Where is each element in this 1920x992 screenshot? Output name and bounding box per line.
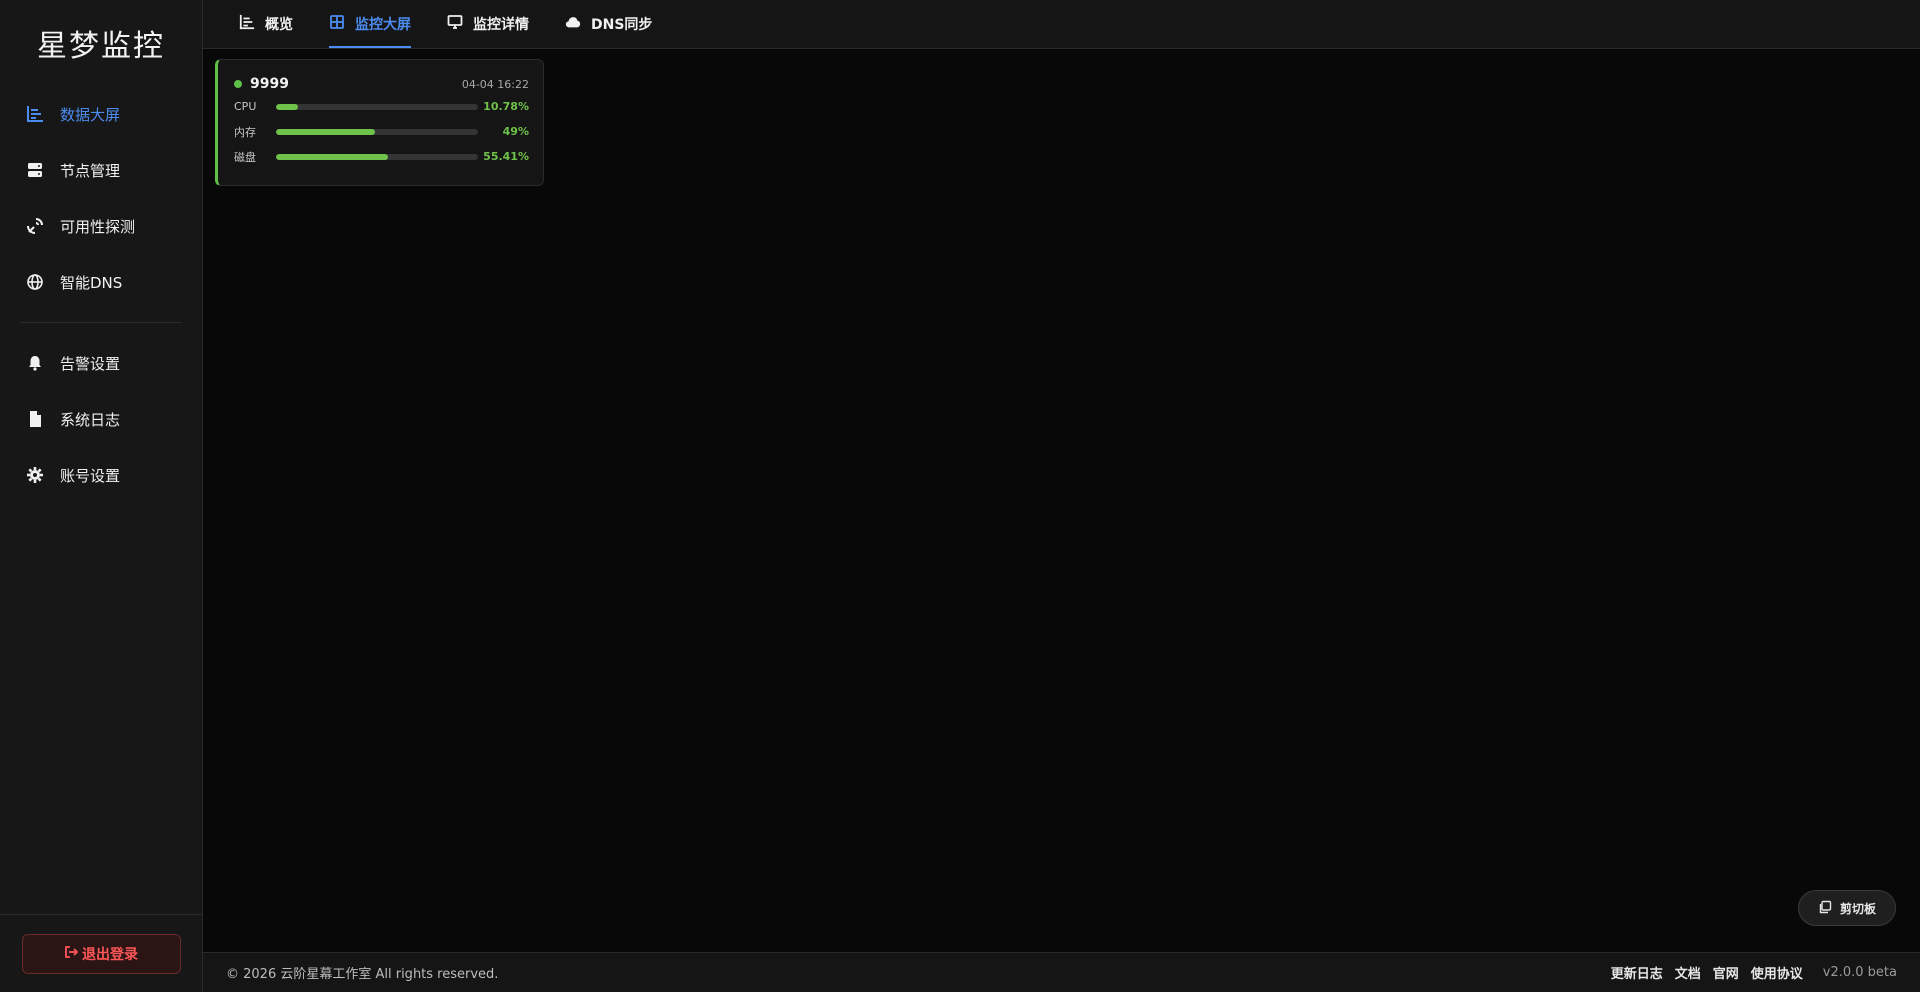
sidebar-item-label: 节点管理 bbox=[60, 161, 121, 180]
footer-link-docs[interactable]: 文档 bbox=[1675, 963, 1701, 982]
cloud-icon bbox=[565, 14, 581, 34]
progress-fill bbox=[276, 153, 388, 160]
sidebar-item-data-screen[interactable]: 数据大屏 bbox=[20, 86, 182, 142]
sidebar-item-alerts[interactable]: 告警设置 bbox=[20, 335, 182, 391]
version-label: v2.0.0 beta bbox=[1822, 965, 1897, 980]
clipboard-button[interactable]: 剪切板 bbox=[1798, 890, 1896, 926]
sidebar-item-smart-dns[interactable]: 智能DNS bbox=[20, 254, 182, 310]
main-area: 概览 监控大屏 监控详情 DNS同步 9999 04-04 16:22 CPU … bbox=[203, 0, 1920, 992]
sidebar-item-node-management[interactable]: 节点管理 bbox=[20, 142, 182, 198]
tab-label: DNS同步 bbox=[591, 16, 653, 33]
logout-label: 退出登录 bbox=[82, 946, 138, 963]
metric-label: 内存 bbox=[234, 125, 256, 139]
node-card[interactable]: 9999 04-04 16:22 CPU 10.78% 内存 49% 磁盘 55… bbox=[215, 59, 544, 186]
chart-bar-icon bbox=[239, 14, 255, 34]
grid-icon bbox=[329, 14, 345, 34]
progress-fill bbox=[276, 103, 298, 110]
tab-label: 概览 bbox=[265, 16, 293, 33]
logout-icon bbox=[64, 945, 79, 963]
metric-cpu: CPU 10.78% bbox=[234, 94, 529, 119]
sidebar-item-label: 账号设置 bbox=[60, 466, 121, 485]
sidebar: 星梦监控 数据大屏 节点管理 可用性探测 智能DNS 告警设置 系统日志 账号设… bbox=[0, 0, 203, 992]
sidebar-divider bbox=[20, 322, 182, 323]
sidebar-item-availability[interactable]: 可用性探测 bbox=[20, 198, 182, 254]
metric-label: 磁盘 bbox=[234, 150, 256, 164]
sidebar-item-system-logs[interactable]: 系统日志 bbox=[20, 391, 182, 447]
metric-memory: 内存 49% bbox=[234, 119, 529, 144]
node-updated-time: 04-04 16:22 bbox=[461, 77, 529, 91]
node-title: 9999 bbox=[234, 76, 289, 92]
metric-value: 49% bbox=[502, 125, 529, 138]
metric-value: 10.78% bbox=[483, 100, 529, 113]
file-icon bbox=[26, 410, 44, 428]
logout-button[interactable]: 退出登录 bbox=[21, 933, 181, 974]
monitor-icon bbox=[447, 14, 463, 34]
sidebar-footer: 退出登录 bbox=[0, 914, 202, 992]
monitor-screen-content: 9999 04-04 16:22 CPU 10.78% 内存 49% 磁盘 55… bbox=[203, 49, 1920, 952]
gear-icon bbox=[26, 466, 44, 484]
tab-monitor-screen[interactable]: 监控大屏 bbox=[311, 0, 429, 48]
sidebar-nav: 数据大屏 节点管理 可用性探测 智能DNS 告警设置 系统日志 账号设置 bbox=[0, 86, 202, 503]
server-icon bbox=[26, 161, 44, 179]
sidebar-item-account-settings[interactable]: 账号设置 bbox=[20, 447, 182, 503]
app-root: 星梦监控 数据大屏 节点管理 可用性探测 智能DNS 告警设置 系统日志 账号设… bbox=[0, 0, 1920, 992]
progress-fill bbox=[276, 128, 375, 135]
copyright-text: © 2026 云阶星幕工作室 All rights reserved. bbox=[226, 967, 499, 982]
progress-track bbox=[276, 103, 478, 110]
clipboard-icon bbox=[1818, 900, 1832, 917]
satellite-dish-icon bbox=[26, 217, 44, 235]
tab-monitor-details[interactable]: 监控详情 bbox=[429, 0, 547, 48]
top-tabs: 概览 监控大屏 监控详情 DNS同步 bbox=[203, 0, 1920, 49]
sidebar-item-label: 数据大屏 bbox=[60, 105, 121, 124]
footer-link-official-site[interactable]: 官网 bbox=[1713, 963, 1739, 982]
footer-links: 更新日志 文档 官网 使用协议 v2.0.0 beta bbox=[1611, 963, 1897, 982]
metric-value: 55.41% bbox=[483, 150, 529, 163]
sidebar-item-label: 系统日志 bbox=[60, 410, 121, 429]
progress-track bbox=[276, 153, 478, 160]
sidebar-item-label: 智能DNS bbox=[60, 273, 123, 292]
tab-dns-sync[interactable]: DNS同步 bbox=[547, 0, 670, 48]
metric-label: CPU bbox=[234, 100, 257, 113]
status-dot bbox=[234, 80, 242, 88]
sidebar-item-label: 可用性探测 bbox=[60, 217, 136, 236]
footer-link-changelog[interactable]: 更新日志 bbox=[1611, 963, 1663, 982]
brand-title: 星梦监控 bbox=[37, 29, 165, 64]
tab-label: 监控大屏 bbox=[355, 16, 411, 33]
page-footer: © 2026 云阶星幕工作室 All rights reserved. 更新日志… bbox=[203, 952, 1920, 992]
footer-link-terms[interactable]: 使用协议 bbox=[1751, 963, 1803, 982]
node-name: 9999 bbox=[250, 76, 289, 92]
globe-icon bbox=[26, 273, 44, 291]
progress-track bbox=[276, 128, 478, 135]
clipboard-label: 剪切板 bbox=[1839, 901, 1876, 916]
node-card-header: 9999 04-04 16:22 bbox=[234, 74, 529, 94]
sidebar-item-label: 告警设置 bbox=[60, 354, 121, 373]
metric-disk: 磁盘 55.41% bbox=[234, 144, 529, 169]
chart-bar-icon bbox=[26, 105, 44, 123]
tab-label: 监控详情 bbox=[473, 16, 529, 33]
bell-icon bbox=[26, 354, 44, 372]
tab-overview[interactable]: 概览 bbox=[221, 0, 311, 48]
